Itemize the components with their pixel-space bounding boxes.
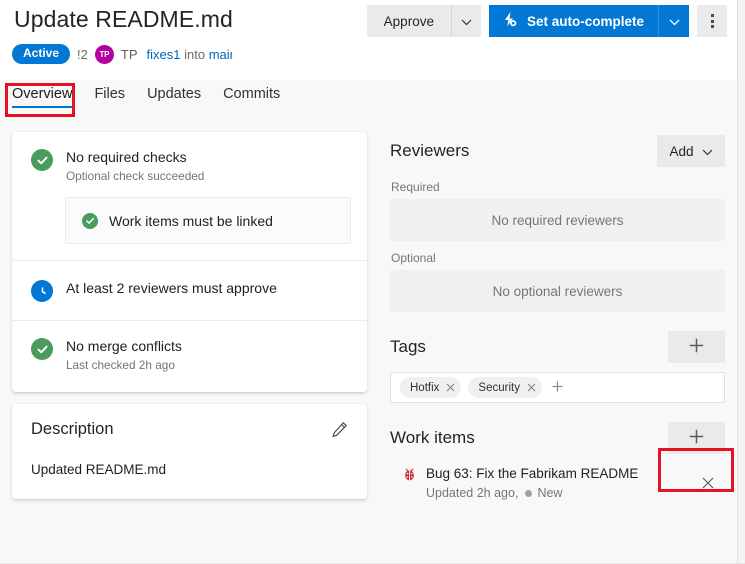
tags-input-box[interactable]: Hotfix Security (390, 372, 725, 403)
chevron-down-icon (669, 14, 680, 29)
approve-button-group: Approve (367, 5, 481, 37)
check-subtitle: Last checked 2h ago (66, 358, 182, 372)
check-circle-green-icon (31, 338, 53, 360)
page-title: Update README.md (14, 6, 233, 33)
kebab-dot (711, 25, 714, 28)
work-items-header: Work items (390, 419, 725, 457)
lightning-gear-icon (501, 11, 518, 31)
pr-toolbar: Approve Set auto-comp (367, 5, 727, 37)
optional-reviewers-label: Optional (391, 251, 725, 265)
check-circle-green-icon (31, 149, 53, 171)
check-text-group: At least 2 reviewers must approve (66, 279, 277, 297)
add-reviewer-button[interactable]: Add (657, 135, 725, 167)
pr-meta-row: Active !2 TP TP fixes1 into main (12, 44, 237, 64)
right-column: Reviewers Add Required No required revie… (390, 132, 725, 500)
kebab-dot (711, 20, 714, 23)
auto-complete-label: Set auto-complete (527, 14, 644, 29)
tag-pill[interactable]: Hotfix (400, 377, 461, 398)
work-items-title: Work items (390, 428, 475, 448)
clock-circle-blue-icon (31, 280, 53, 302)
nested-check-box: Work items must be linked (65, 197, 351, 244)
tag-label: Security (478, 382, 520, 394)
tab-commits[interactable]: Commits (223, 86, 280, 108)
source-branch-link[interactable]: fixes1 (147, 47, 181, 62)
policy-checks-card: No required checks Optional check succee… (12, 132, 367, 392)
check-subtitle: Optional check succeeded (66, 169, 204, 183)
check-row: No required checks Optional check succee… (12, 132, 367, 197)
add-tag-inline-button[interactable] (549, 380, 566, 396)
add-tag-button[interactable] (668, 331, 725, 363)
author-name: TP (121, 47, 138, 62)
check-title: No required checks (66, 148, 204, 166)
kebab-menu-icon (711, 14, 714, 17)
required-reviewers-label: Required (391, 180, 725, 194)
state-dot-icon (525, 490, 532, 497)
chevron-down-icon (702, 144, 713, 159)
right-scroll-edge[interactable] (737, 0, 745, 564)
check-row: No merge conflicts Last checked 2h ago (12, 320, 367, 392)
work-item-updated: Updated 2h ago, (426, 486, 518, 500)
approve-dropdown-button[interactable] (451, 5, 481, 37)
pencil-icon (331, 421, 348, 441)
approve-button[interactable]: Approve (367, 5, 451, 37)
auto-complete-button-group: Set auto-complete (489, 5, 689, 37)
tag-pill[interactable]: Security (468, 377, 542, 398)
work-items-section: Work items (390, 419, 725, 500)
check-text-group: No required checks Optional check succee… (66, 148, 204, 183)
check-title: No merge conflicts (66, 337, 182, 355)
status-badge: Active (12, 44, 70, 64)
edit-description-button[interactable] (325, 418, 353, 444)
tab-files[interactable]: Files (94, 86, 125, 108)
add-reviewer-label: Add (669, 144, 693, 159)
bug-icon (402, 467, 417, 487)
redacted-area-2 (283, 58, 330, 68)
description-body: Updated README.md (31, 462, 351, 477)
remove-work-item-button[interactable] (697, 473, 719, 495)
tab-bar: Overview Files Updates Commits (12, 86, 280, 108)
pull-request-page: Update README.md Active !2 TP TP fixes1 … (0, 0, 745, 564)
optional-reviewers-empty: No optional reviewers (390, 270, 725, 312)
reviewers-header: Reviewers Add (390, 132, 725, 170)
tab-updates[interactable]: Updates (147, 86, 201, 108)
pr-number: !2 (77, 47, 88, 62)
check-row: At least 2 reviewers must approve (12, 260, 367, 320)
close-icon (701, 476, 715, 493)
into-word: into (184, 47, 205, 62)
work-item-state: New (537, 486, 562, 500)
description-title: Description (31, 420, 351, 439)
description-card: Description Updated README.md (12, 404, 367, 499)
left-column: No required checks Optional check succee… (12, 132, 367, 499)
tag-label: Hotfix (410, 382, 439, 394)
check-title: At least 2 reviewers must approve (66, 279, 277, 297)
tags-title: Tags (390, 337, 426, 357)
branch-info: fixes1 into main (147, 47, 237, 62)
work-item-meta: Updated 2h ago, New (426, 486, 638, 500)
plus-icon (688, 337, 705, 357)
set-auto-complete-button[interactable]: Set auto-complete (489, 5, 658, 37)
reviewers-title: Reviewers (390, 141, 469, 161)
nested-check-label: Work items must be linked (109, 213, 273, 229)
pr-body: No required checks Optional check succee… (0, 122, 737, 564)
page-header: Update README.md Active !2 TP TP fixes1 … (0, 0, 737, 80)
work-item-text-group: Bug 63: Fix the Fabrikam README Updated … (426, 465, 638, 500)
plus-icon (688, 428, 705, 448)
required-reviewers-empty: No required reviewers (390, 199, 725, 241)
close-icon[interactable] (527, 382, 536, 394)
tab-overview[interactable]: Overview (12, 86, 72, 108)
add-work-item-button[interactable] (668, 422, 725, 454)
chevron-down-icon (461, 14, 472, 29)
close-icon[interactable] (446, 382, 455, 394)
check-circle-green-small-icon (82, 213, 98, 229)
more-options-button[interactable] (697, 5, 727, 37)
check-text-group: No merge conflicts Last checked 2h ago (66, 337, 182, 372)
avatar: TP (95, 45, 114, 64)
work-item-title[interactable]: Bug 63: Fix the Fabrikam README (426, 465, 638, 482)
tags-header: Tags (390, 328, 725, 366)
auto-complete-dropdown-button[interactable] (658, 5, 689, 37)
work-item-row[interactable]: Bug 63: Fix the Fabrikam README Updated … (390, 457, 725, 500)
